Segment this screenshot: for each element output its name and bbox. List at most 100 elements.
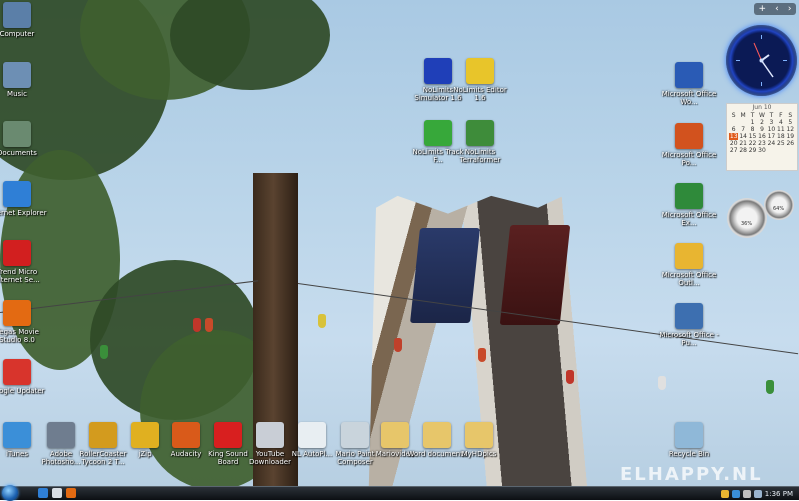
microsoft-publisher-icon	[675, 303, 703, 329]
previous-gadget-button[interactable]: ‹	[775, 3, 779, 15]
light-bulb	[100, 345, 108, 359]
light-bulb	[205, 318, 213, 332]
light-bulb	[566, 370, 574, 384]
calendar-day[interactable]: 16	[757, 133, 766, 140]
desktop-icon-label: Recycle Bin	[668, 450, 710, 458]
desktop-icon[interactable]: Music	[0, 61, 48, 98]
desktop-icon[interactable]: Computer	[0, 2, 48, 38]
calendar-day[interactable]: 24	[767, 140, 776, 147]
king-sound-board-icon	[214, 422, 242, 448]
tray-icon[interactable]	[731, 489, 740, 498]
calendar-day[interactable]: 12	[786, 126, 795, 133]
calendar-day[interactable]: 17	[767, 133, 776, 140]
light-bulb	[193, 318, 201, 332]
desktop-icon[interactable]: Internet Explorer	[0, 180, 48, 217]
calendar-day[interactable]: 2	[757, 119, 766, 126]
calendar-day[interactable]: 15	[748, 133, 757, 140]
desktop-icon[interactable]: Microsoft Office Outl...	[658, 243, 720, 287]
light-bulb	[766, 380, 774, 394]
tray-icon[interactable]	[720, 489, 729, 498]
desktop-icon-label: NoLimits Editor 1.6	[453, 86, 507, 102]
desktop-icon[interactable]: Recycle Bin	[658, 422, 720, 458]
add-gadget-button[interactable]: +	[759, 3, 767, 15]
google-updater-icon	[3, 359, 31, 385]
calendar-day[interactable]: 1	[748, 119, 757, 126]
calendar-day[interactable]: 14	[738, 133, 747, 140]
computer-icon	[3, 2, 31, 28]
quick-launch-icon[interactable]	[66, 488, 76, 498]
itunes-icon	[3, 422, 31, 448]
desktop-icon-label: Internet Explorer	[0, 208, 47, 217]
desktop-icon-label: Microsoft Office Outl...	[661, 271, 717, 287]
music-folder-icon	[3, 61, 31, 88]
trend-micro-icon	[3, 240, 31, 266]
calendar-weekday: F	[779, 112, 783, 119]
adobe-photoshop-icon	[47, 422, 75, 448]
calendar-day[interactable]: 3	[767, 119, 776, 126]
next-gadget-button[interactable]: ›	[788, 3, 792, 15]
taskbar-clock[interactable]: 1:36 PM	[765, 490, 793, 498]
calendar-gadget[interactable]: Jun 10 S M T W T F S 1 2 3 4 5 6 7 8 9 10 11 12 13 14 15 16 17 1…	[726, 103, 798, 171]
nolimits-track-icon	[424, 120, 452, 146]
calendar-day[interactable]: 30	[757, 147, 766, 154]
desktop-icon[interactable]: Microsoft Office - Pu...	[658, 303, 720, 347]
desktop-icon[interactable]: MyHDpics	[448, 422, 510, 458]
coaster-train-red	[499, 225, 571, 325]
recycle-bin-icon	[675, 422, 703, 448]
desktop-icon[interactable]: Microsoft Office Wo...	[658, 62, 720, 106]
internet-explorer-icon[interactable]	[38, 488, 48, 498]
desktop-icon[interactable]: NoLimits Terraformer	[449, 120, 511, 164]
calendar-day[interactable]: 18	[776, 133, 785, 140]
calendar-day[interactable]: 26	[786, 140, 795, 147]
calendar-day[interactable]: 25	[776, 140, 785, 147]
calendar-day[interactable]: 21	[738, 140, 747, 147]
internet-explorer-icon	[3, 180, 31, 207]
desktop-icon[interactable]: Trend Micro Internet Se...	[0, 240, 48, 284]
nolimits-simulator-icon	[424, 58, 452, 84]
calendar-day[interactable]: 11	[776, 126, 785, 133]
calendar-weekday: S	[731, 112, 736, 119]
calendar-day[interactable]: 9	[757, 126, 766, 133]
memory-meter-gadget[interactable]: 64%	[764, 190, 794, 220]
show-desktop-icon[interactable]	[52, 488, 62, 498]
calendar-day[interactable]: 6	[729, 126, 738, 133]
desktop-icon-label: Music	[7, 89, 27, 98]
calendar-day[interactable]: 5	[786, 119, 795, 126]
clock-gadget[interactable]	[726, 25, 797, 96]
calendar-day[interactable]: 28	[738, 147, 747, 154]
calendar-day[interactable]: 20	[729, 140, 738, 147]
calendar-day[interactable]: 13	[729, 133, 739, 140]
network-icon[interactable]	[753, 489, 762, 498]
microsoft-powerpoint-icon	[675, 123, 703, 149]
calendar-day[interactable]: 27	[729, 147, 738, 154]
rollercoaster-tycoon-icon	[89, 422, 117, 448]
calendar-day[interactable]: 7	[738, 126, 747, 133]
calendar-grid: S M T W T F S 1 2 3 4 5 6 7 8 9 10 11 12 13 14 15 16 17 18 19 20 21…	[727, 112, 797, 154]
desktop-icon[interactable]: Documents	[0, 121, 48, 157]
calendar-day[interactable]: 29	[748, 147, 757, 154]
calendar-day[interactable]: 22	[748, 140, 757, 147]
documents-folder-icon	[3, 121, 31, 147]
desktop-icon[interactable]: Vegas Movie Studio 8.0	[0, 299, 48, 344]
calendar-day[interactable]: 4	[776, 119, 785, 126]
desktop-icon[interactable]: NoLimits Editor 1.6	[449, 58, 511, 102]
calendar-day[interactable]: 23	[757, 140, 766, 147]
desktop-icon[interactable]: Microsoft Office Po...	[658, 123, 720, 167]
calendar-weekday: S	[788, 112, 793, 119]
taskbar: 1:36 PM	[0, 485, 799, 501]
volume-icon[interactable]	[742, 489, 751, 498]
calendar-day[interactable]: 19	[786, 133, 795, 140]
cpu-meter-value: 36%	[741, 221, 753, 227]
desktop-icon[interactable]: Microsoft Office Ex...	[658, 183, 720, 227]
cpu-meter-gadget[interactable]: 36%	[727, 198, 767, 238]
calendar-weekday: M	[740, 112, 746, 119]
calendar-day[interactable]: 8	[748, 126, 757, 133]
memory-meter-value: 64%	[773, 206, 785, 212]
calendar-weekday: T	[769, 112, 774, 119]
calendar-day[interactable]: 10	[767, 126, 776, 133]
desktop-icon-label: Trend Micro Internet Se...	[0, 268, 40, 284]
desktop-icon[interactable]: Google Updater	[0, 359, 48, 395]
calendar-month: Jun 10	[752, 104, 772, 111]
microsoft-word-icon	[675, 62, 703, 88]
youtube-downloader-icon	[256, 422, 284, 448]
